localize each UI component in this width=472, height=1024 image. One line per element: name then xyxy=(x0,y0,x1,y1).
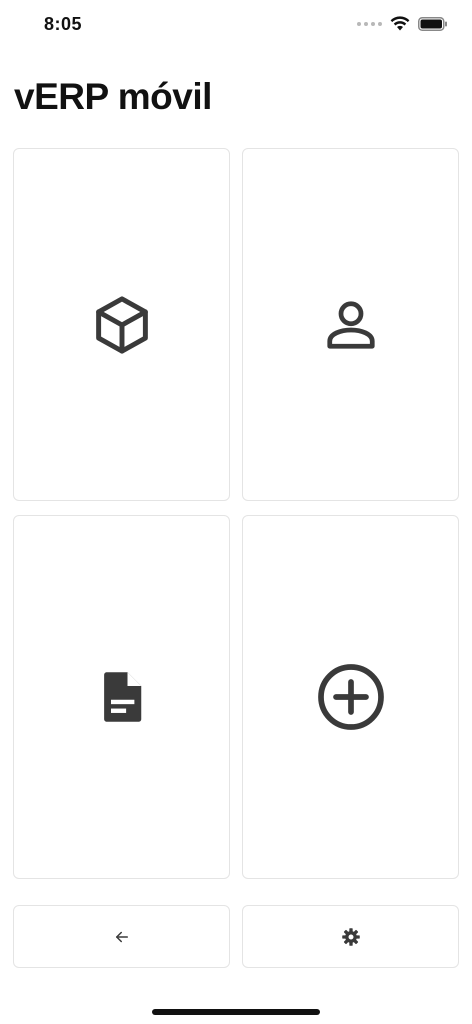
wifi-icon xyxy=(390,16,410,31)
status-time: 8:05 xyxy=(44,14,83,34)
settings-button[interactable] xyxy=(242,905,459,968)
gear-icon xyxy=(341,927,360,946)
person-icon xyxy=(326,300,375,349)
add-circle-icon xyxy=(317,664,384,730)
page-title: vERP móvil xyxy=(14,76,212,117)
battery-icon xyxy=(418,16,447,31)
document-icon xyxy=(103,672,141,722)
arrow-left-icon xyxy=(115,931,128,942)
status-icons xyxy=(357,16,448,31)
cellular-signal-icon xyxy=(357,21,382,26)
cube-icon xyxy=(95,295,148,354)
status-bar: 8:05 xyxy=(0,0,472,52)
back-button[interactable] xyxy=(13,905,230,968)
clients-tile[interactable] xyxy=(242,148,459,501)
products-tile[interactable] xyxy=(13,148,230,501)
documents-tile[interactable] xyxy=(13,515,230,879)
add-new-tile[interactable] xyxy=(242,515,459,879)
home-indicator[interactable] xyxy=(152,1009,320,1015)
